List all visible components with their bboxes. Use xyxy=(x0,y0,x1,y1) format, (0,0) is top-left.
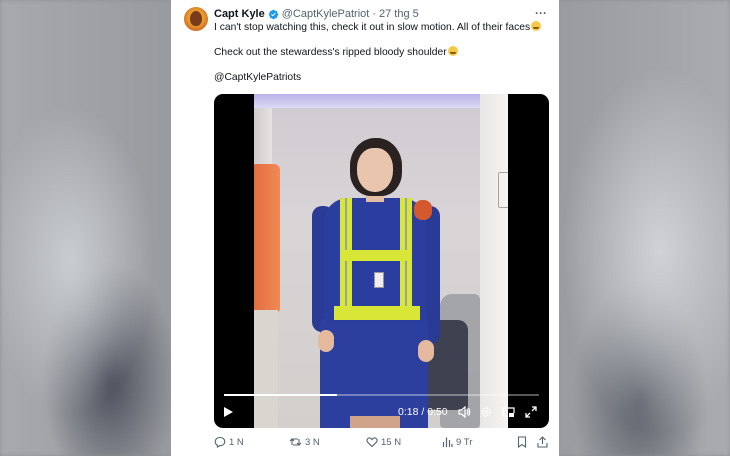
volume-icon[interactable] xyxy=(458,402,471,422)
like-count: 15 N xyxy=(381,436,402,448)
tweet-text-line-1: I can't stop watching this, check it out… xyxy=(214,21,542,33)
bookmark-button[interactable] xyxy=(517,436,527,448)
share-button[interactable] xyxy=(537,436,548,448)
share-icon xyxy=(537,436,548,448)
tweet-text-line-2: Check out the stewardess's ripped bloody… xyxy=(214,46,458,58)
mention-link[interactable]: @CaptKylePatriots xyxy=(214,72,301,83)
retweet-icon xyxy=(289,438,302,446)
fullscreen-icon[interactable] xyxy=(525,402,537,422)
author-handle[interactable]: @CaptKylePatriot xyxy=(282,8,370,20)
avatar[interactable] xyxy=(184,7,208,31)
heart-icon xyxy=(366,437,378,448)
grinning-emoji-icon xyxy=(531,21,542,31)
more-options-icon[interactable]: ··· xyxy=(535,6,547,20)
tweet-header: Capt Kyle @CaptKylePatriot · 27 thg 5 xyxy=(214,7,419,21)
author-name[interactable]: Capt Kyle xyxy=(214,8,265,20)
video-frame xyxy=(254,94,508,428)
video-time: 0:18 / 0:50 xyxy=(398,406,448,418)
tweet-date[interactable]: 27 thg 5 xyxy=(379,8,419,20)
reply-icon xyxy=(214,436,226,448)
flushed-emoji-icon xyxy=(447,46,458,56)
bookmark-icon xyxy=(517,436,527,448)
view-count: 9 Tr xyxy=(456,436,473,448)
retweet-button[interactable]: 3 N xyxy=(289,436,320,448)
like-button[interactable]: 15 N xyxy=(366,436,401,448)
tweet-card: Capt Kyle @CaptKylePatriot · 27 thg 5 ··… xyxy=(171,0,559,456)
separator-dot: · xyxy=(372,8,377,20)
verified-badge-icon xyxy=(268,9,278,19)
picture-in-picture-icon[interactable] xyxy=(502,402,515,422)
views-button[interactable]: 9 Tr xyxy=(442,436,472,448)
reply-button[interactable]: 1 N xyxy=(214,436,244,448)
settings-gear-icon[interactable] xyxy=(480,402,492,422)
video-progress-bar[interactable] xyxy=(224,394,539,396)
retweet-count: 3 N xyxy=(305,436,320,448)
play-icon[interactable] xyxy=(222,402,234,422)
video-progress-fill xyxy=(224,394,338,396)
views-bar-chart-icon xyxy=(442,437,453,447)
tweet-actions: 1 N 3 N 15 N 9 Tr xyxy=(214,436,554,450)
reply-count: 1 N xyxy=(229,436,244,448)
video-player[interactable]: 0:18 / 0:50 xyxy=(214,94,549,428)
